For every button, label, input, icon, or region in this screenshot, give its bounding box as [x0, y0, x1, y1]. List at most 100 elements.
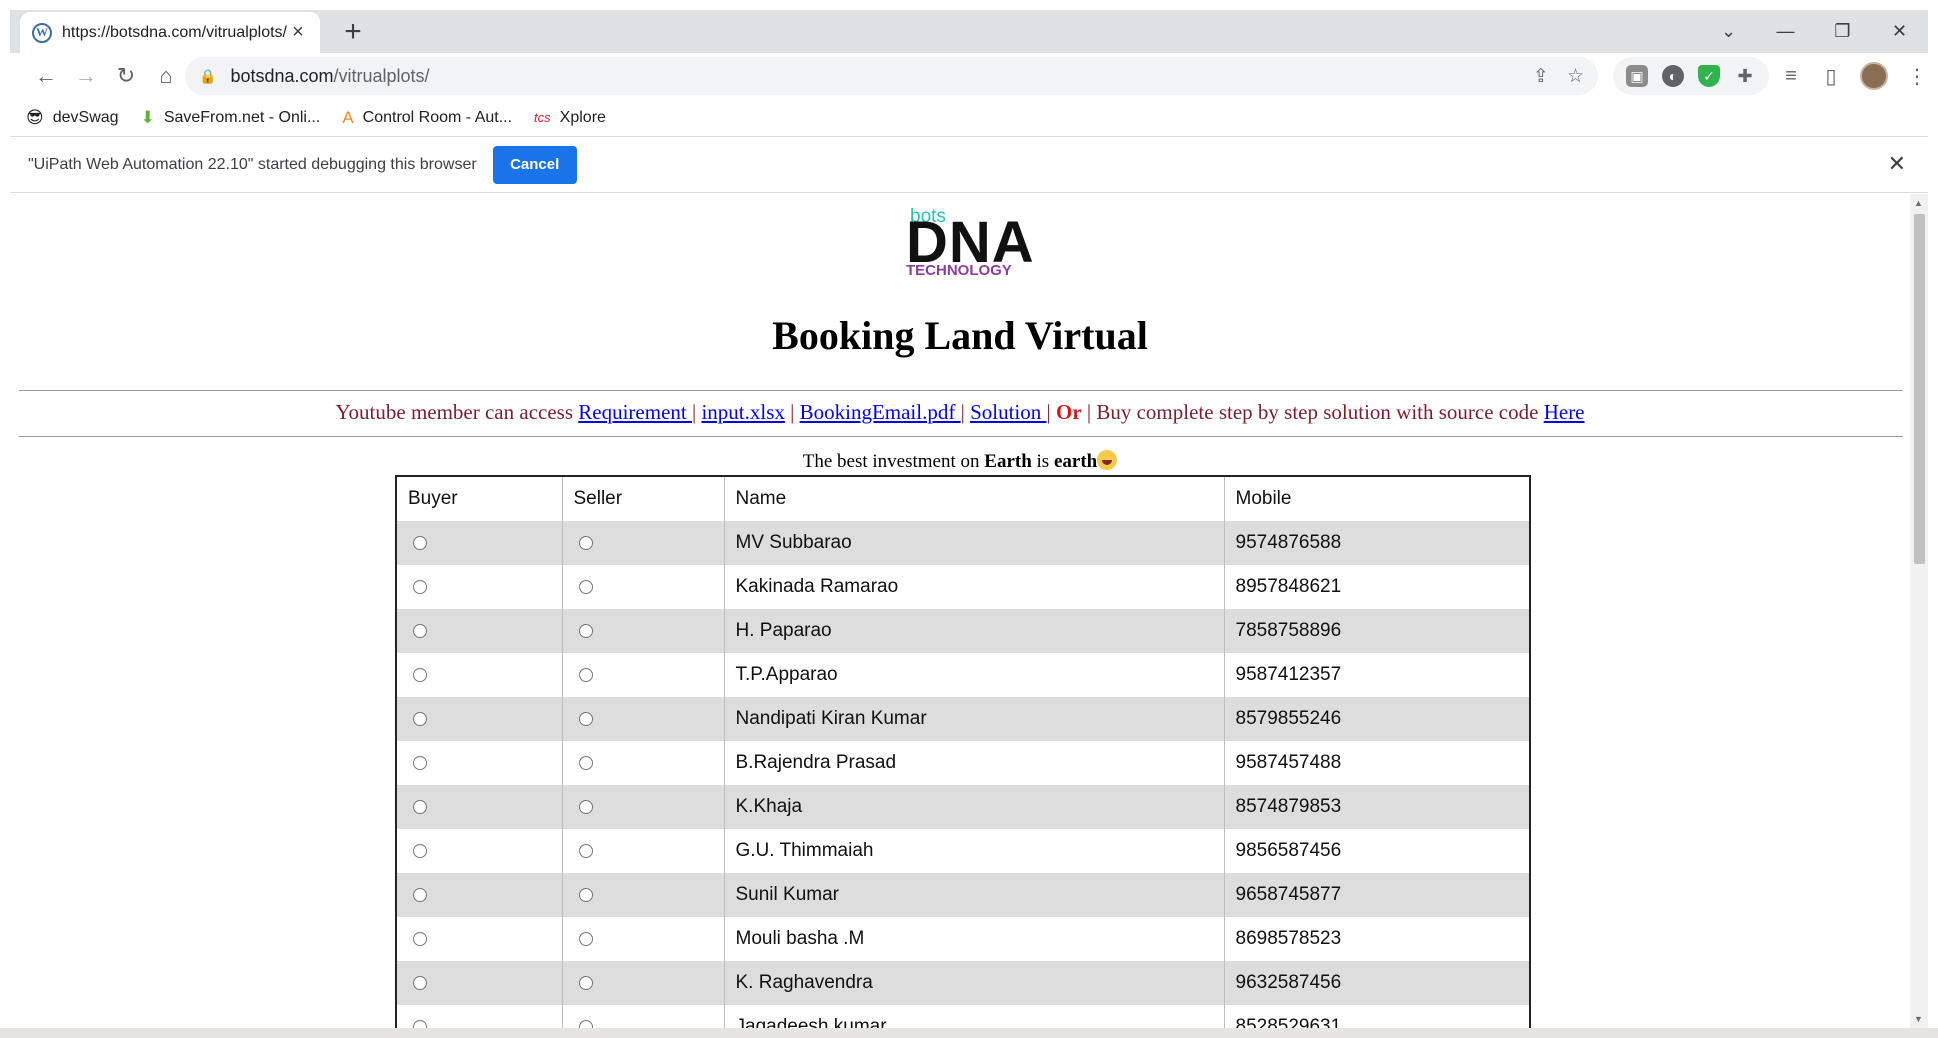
buyer-cell — [397, 917, 563, 961]
name-cell: Kakinada Ramarao — [724, 565, 1225, 609]
buyer-radio[interactable] — [413, 579, 427, 594]
bookmark-item[interactable]: ⬇ SaveFrom.net - Onli... — [141, 108, 321, 128]
address-bar[interactable]: 🔒 botsdna.com/vitrualplots/ ⇪ ☆ — [185, 57, 1598, 95]
links-prefix: Youtube member can access — [335, 400, 579, 424]
bookmark-star-icon[interactable]: ☆ — [1567, 65, 1584, 88]
table-row: T.P.Apparao 9587412357 — [397, 653, 1529, 697]
buyer-radio[interactable] — [413, 667, 427, 682]
requirement-link[interactable]: Requirement — [578, 400, 692, 424]
lock-icon[interactable]: 🔒 — [199, 68, 216, 85]
bookmark-item[interactable]: A Control Room - Aut... — [342, 108, 512, 128]
tab-title: https://botsdna.com/vitrualplots/ — [62, 23, 287, 41]
input-xlsx-link[interactable]: input.xlsx — [701, 400, 784, 424]
automation-anywhere-icon: A — [342, 107, 354, 127]
shield-extension-icon[interactable]: ✓ — [1698, 65, 1720, 87]
link-separator: | — [784, 400, 800, 424]
cancel-button[interactable]: Cancel — [492, 145, 577, 184]
buyer-cell — [397, 961, 563, 1005]
buyer-radio[interactable] — [413, 843, 427, 858]
forward-icon[interactable]: → — [66, 56, 106, 96]
minimize-button[interactable]: — — [1757, 10, 1814, 53]
scrollbar[interactable]: ▲ ▼ — [1910, 194, 1928, 1028]
buyer-radio[interactable] — [413, 535, 427, 550]
buyer-radio[interactable] — [413, 711, 427, 726]
menu-icon[interactable]: ⋮ — [1906, 64, 1928, 89]
buyer-radio[interactable] — [413, 887, 427, 902]
puzzle-icon[interactable]: ✚ — [1734, 65, 1756, 87]
buyer-radio[interactable] — [413, 755, 427, 770]
extensions-area: ▣ ◐ ✓ ✚ — [1613, 57, 1769, 95]
tab-search-icon[interactable]: ⌄ — [1700, 10, 1757, 53]
home-icon[interactable]: ⌂ — [146, 56, 186, 96]
seller-radio[interactable] — [578, 667, 593, 682]
close-icon[interactable]: ✕ — [1888, 151, 1906, 177]
bookmark-item[interactable]: 😎 devSwag — [26, 108, 119, 128]
media-icon[interactable]: ≡ — [1780, 65, 1802, 88]
taskbar-edge — [0, 1028, 1938, 1038]
buyer-radio[interactable] — [413, 799, 427, 814]
seller-radio[interactable] — [578, 623, 593, 638]
buyer-radio[interactable] — [413, 623, 427, 638]
avatar[interactable] — [1860, 62, 1888, 90]
table-row: Sunil Kumar 9658745877 — [397, 873, 1529, 917]
extension-icon[interactable]: ▣ — [1626, 65, 1648, 87]
seller-radio[interactable] — [578, 931, 593, 946]
seller-radio[interactable] — [578, 535, 593, 550]
seller-cell — [562, 697, 725, 741]
url-path: /vitrualplots/ — [333, 65, 430, 86]
infobar-message: "UiPath Web Automation 22.10" started de… — [28, 155, 477, 173]
smiley-icon — [1097, 450, 1118, 470]
here-link[interactable]: Here — [1544, 400, 1585, 424]
table-row: Nandipati Kiran Kumar 8579855246 — [397, 697, 1529, 741]
solution-link[interactable]: Solution — [970, 400, 1046, 424]
name-cell: K. Raghavendra — [724, 961, 1225, 1005]
sunglasses-icon: 😎 — [26, 107, 44, 127]
seller-radio[interactable] — [578, 711, 593, 726]
mobile-cell: 8698578523 — [1235, 928, 1342, 949]
seller-radio[interactable] — [578, 1019, 593, 1028]
reload-icon[interactable]: ↻ — [106, 56, 146, 96]
tagline-mid: is — [1031, 451, 1054, 472]
mobile-cell: 7858758896 — [1224, 609, 1529, 653]
buyer-cell — [397, 741, 563, 785]
bookmark-label: devSwag — [52, 108, 119, 126]
buyer-cell — [397, 873, 563, 917]
header-seller: Seller — [562, 477, 725, 521]
seller-radio[interactable] — [578, 887, 593, 902]
side-panel-icon[interactable]: ▯ — [1820, 64, 1842, 89]
seller-radio[interactable] — [578, 799, 593, 814]
scroll-up-icon[interactable]: ▲ — [1914, 198, 1923, 208]
logo-tech-text: TECHNOLOGY — [906, 262, 1012, 279]
bookmark-item[interactable]: tcs Xplore — [534, 109, 606, 127]
buyer-radio[interactable] — [413, 975, 427, 990]
booking-email-link[interactable]: BookingEmail.pdf — [800, 400, 961, 424]
buyer-cell — [397, 521, 563, 565]
tagline-earth: Earth — [984, 451, 1032, 472]
scroll-down-icon[interactable]: ▼ — [1914, 1014, 1923, 1024]
new-tab-button[interactable]: + — [335, 14, 371, 50]
scroll-thumb[interactable] — [1914, 214, 1925, 564]
name-cell: Sunil Kumar — [724, 873, 1225, 917]
link-separator: | — [1081, 400, 1092, 424]
extension-icon[interactable]: ◐ — [1662, 65, 1684, 87]
close-tab-icon[interactable]: × — [288, 21, 308, 44]
seller-radio[interactable] — [578, 975, 593, 990]
back-icon[interactable]: ← — [26, 56, 66, 96]
name-cell: T.P.Apparao — [724, 653, 1225, 697]
browser-tab[interactable]: W https://botsdna.com/vitrualplots/ × — [20, 12, 320, 53]
table-row: Kakinada Ramarao 8957848621 — [397, 565, 1529, 609]
mobile-cell: 9574876588 — [1224, 521, 1529, 565]
buyer-radio[interactable] — [413, 1019, 427, 1028]
buyer-cell — [397, 653, 563, 697]
buyer-radio[interactable] — [413, 931, 427, 946]
seller-radio[interactable] — [578, 579, 593, 594]
share-icon[interactable]: ⇪ — [1533, 65, 1549, 88]
table-row: B.Rajendra Prasad 9587457488 — [397, 741, 1529, 785]
bookmarks-bar: 😎 devSwag ⬇ SaveFrom.net - Onli... A Con… — [10, 99, 1928, 137]
mobile-cell: 8528529631 — [1235, 1016, 1342, 1028]
restore-button[interactable]: ❐ — [1814, 10, 1871, 53]
seller-radio[interactable] — [578, 843, 593, 858]
table-row: Jagadeesh kumar 8528529631 — [397, 1005, 1529, 1028]
seller-radio[interactable] — [578, 755, 593, 770]
close-window-button[interactable]: ✕ — [1871, 10, 1928, 53]
